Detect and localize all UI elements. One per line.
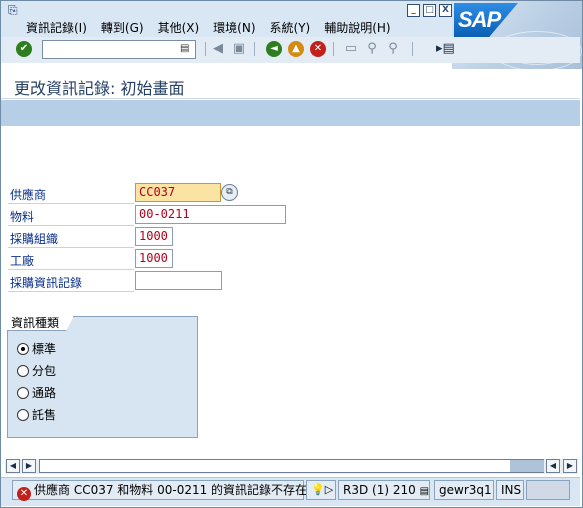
exit-icon[interactable]: ▲ bbox=[288, 41, 304, 57]
status-message[interactable]: ✕ 供應商 CC037 和物料 00-0211 的資訊記錄不存在 bbox=[12, 480, 308, 501]
cancel-icon[interactable]: ✕ bbox=[310, 41, 326, 57]
label-underline bbox=[8, 291, 134, 292]
purchasing-org-input[interactable]: 1000 bbox=[135, 227, 173, 246]
command-history-icon[interactable]: ▤ bbox=[180, 42, 194, 56]
radio-consignment[interactable]: 託售 bbox=[17, 406, 56, 423]
error-icon: ✕ bbox=[17, 487, 31, 501]
enter-icon[interactable]: ✔ bbox=[16, 41, 32, 57]
scroll-thumb[interactable] bbox=[510, 460, 544, 472]
find-icon[interactable]: ⚲ bbox=[364, 41, 380, 57]
back-icon[interactable]: ◄ bbox=[266, 41, 282, 57]
label-underline bbox=[8, 247, 134, 248]
maximize-icon[interactable]: □ bbox=[423, 4, 436, 17]
scroll-right-icon[interactable]: ▶ bbox=[22, 459, 36, 473]
menu-item-goto[interactable]: 轉到(G) bbox=[101, 19, 144, 36]
material-input[interactable]: 00-0211 bbox=[135, 205, 286, 224]
toolbar-separator bbox=[205, 42, 206, 56]
radio-pipeline[interactable]: 通路 bbox=[17, 384, 56, 401]
menu-item-info-record[interactable]: 資訊記錄(I) bbox=[26, 19, 87, 36]
server-info: gewr3q1 bbox=[434, 480, 494, 500]
radio-button[interactable] bbox=[17, 408, 29, 421]
menu-item-environment[interactable]: 環境(N) bbox=[213, 19, 255, 36]
label-underline bbox=[8, 225, 134, 226]
info-record-label: 採購資訊記錄 bbox=[10, 276, 83, 290]
command-field[interactable] bbox=[42, 40, 196, 59]
material-label: 物料 bbox=[10, 210, 35, 224]
scroll-left-icon[interactable]: ◀ bbox=[6, 459, 20, 473]
triangle-left-icon[interactable]: ◀ bbox=[210, 41, 226, 57]
menu-item-system[interactable]: 系統(Y) bbox=[270, 19, 311, 36]
scroll-left-icon[interactable]: ◀ bbox=[546, 459, 560, 473]
vendor-label: 供應商 bbox=[10, 188, 47, 202]
toolbar-separator bbox=[254, 42, 255, 56]
vendor-input[interactable]: CC037 bbox=[135, 183, 221, 202]
find-next-icon[interactable]: ⚲ bbox=[385, 41, 401, 57]
menu-item-extras[interactable]: 其他(X) bbox=[158, 19, 200, 36]
radio-subcontracting[interactable]: 分包 bbox=[17, 362, 56, 379]
expand-status-icon[interactable]: ▷ bbox=[325, 483, 333, 496]
system-menu-icon[interactable]: ⎘ bbox=[8, 3, 24, 17]
page-title: 更改資訊記錄: 初始畫面 bbox=[14, 79, 185, 98]
search-help-icon[interactable]: ⧉ bbox=[221, 184, 238, 201]
info-record-input[interactable] bbox=[135, 271, 222, 290]
radio-label: 託售 bbox=[32, 408, 57, 422]
purchasing-org-label: 採購組織 bbox=[10, 232, 59, 246]
close-window-icon[interactable]: X bbox=[439, 4, 452, 17]
status-bar-buttons[interactable]: 💡▷ bbox=[306, 480, 336, 500]
plant-label: 工廠 bbox=[10, 254, 35, 268]
main-menu: 資訊記錄(I) 轉到(G) 其他(X) 環境(N) 系統(Y) 輔助說明(H) bbox=[26, 19, 405, 36]
radio-button[interactable] bbox=[17, 364, 29, 377]
scroll-track[interactable] bbox=[39, 459, 544, 473]
info-category-title: 資訊種類 bbox=[7, 316, 75, 331]
insert-mode: INS bbox=[496, 480, 524, 500]
save-icon[interactable]: ▣ bbox=[231, 41, 247, 57]
sap-logo-text: SAP bbox=[458, 7, 501, 32]
radio-standard[interactable]: 標準 bbox=[17, 340, 56, 357]
help-lightbulb-icon[interactable]: 💡 bbox=[311, 483, 325, 496]
label-underline bbox=[8, 203, 134, 204]
toolbar-separator bbox=[333, 42, 334, 56]
label-underline bbox=[8, 269, 134, 270]
system-info-text: R3D (1) 210 bbox=[343, 483, 416, 497]
radio-label: 通路 bbox=[32, 386, 57, 400]
radio-button-selected[interactable] bbox=[17, 342, 29, 355]
status-message-text: 供應商 CC037 和物料 00-0211 的資訊記錄不存在 bbox=[34, 483, 308, 497]
radio-label: 標準 bbox=[32, 342, 57, 356]
print-icon[interactable]: ▭ bbox=[343, 41, 359, 57]
layout-menu-icon[interactable]: ▸▤ bbox=[436, 41, 455, 57]
system-info-menu-icon[interactable]: ▤ bbox=[420, 486, 429, 497]
radio-label: 分包 bbox=[32, 364, 57, 378]
menu-item-help[interactable]: 輔助說明(H) bbox=[324, 19, 390, 36]
minimize-icon[interactable]: _ bbox=[407, 4, 420, 17]
plant-input[interactable]: 1000 bbox=[135, 249, 173, 268]
scroll-right-icon[interactable]: ▶ bbox=[563, 459, 577, 473]
toolbar-separator bbox=[412, 42, 413, 56]
application-toolbar bbox=[1, 100, 580, 126]
radio-button[interactable] bbox=[17, 386, 29, 399]
status-resize-area bbox=[526, 480, 570, 500]
system-info[interactable]: R3D (1) 210 ▤ bbox=[338, 480, 430, 500]
